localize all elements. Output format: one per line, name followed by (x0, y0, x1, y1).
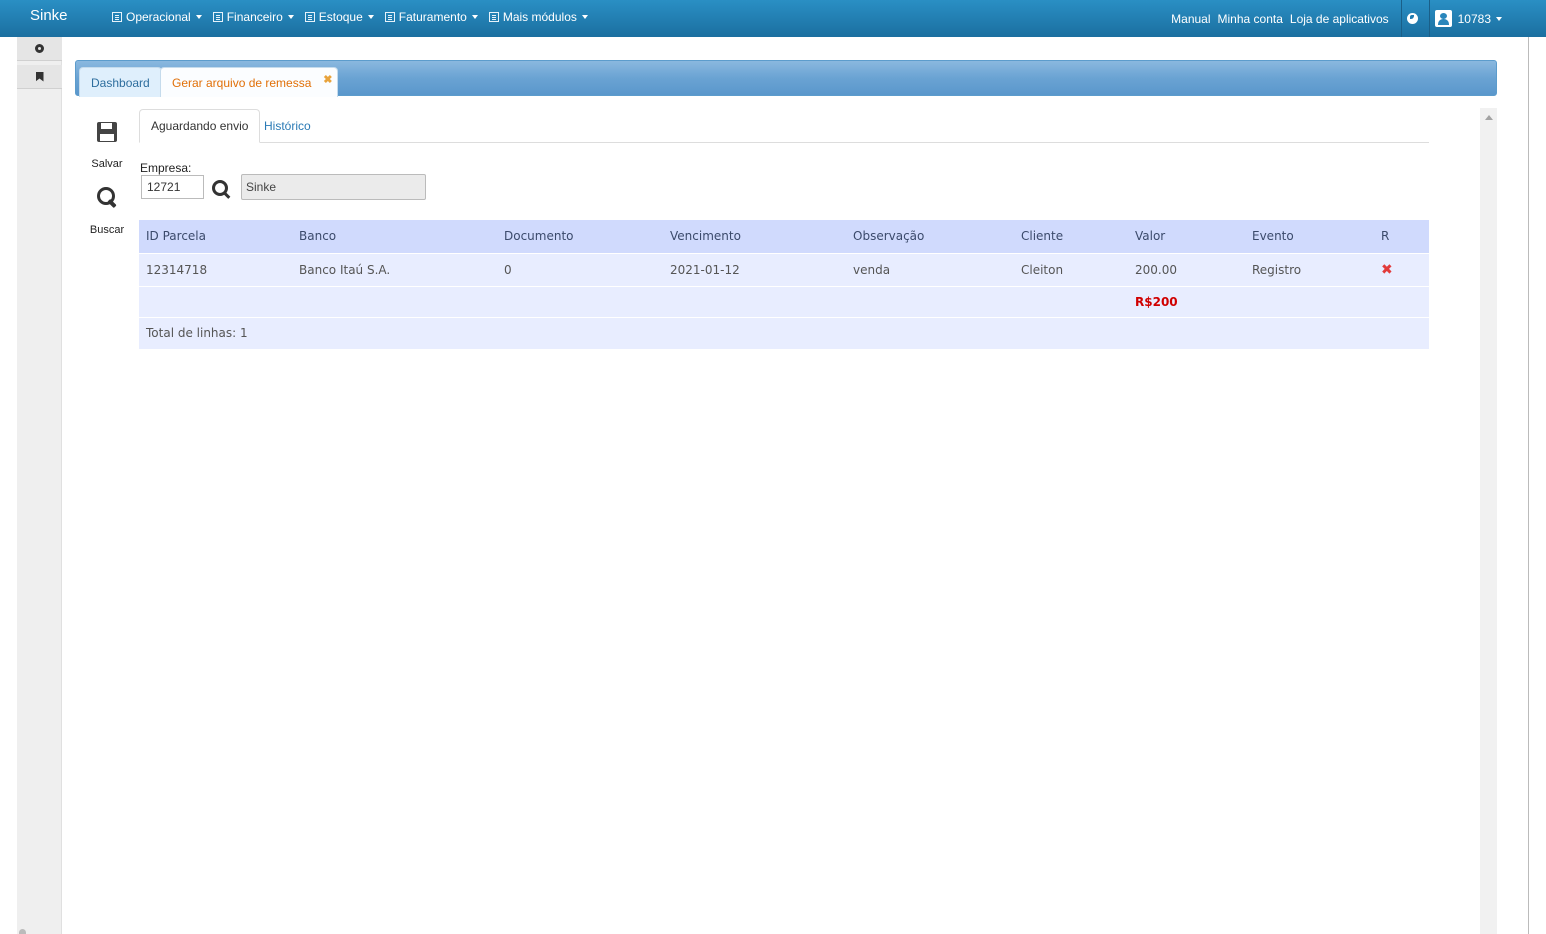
menu-mais-modulos[interactable]: Mais módulos (488, 10, 588, 24)
empresa-name-field (241, 174, 426, 200)
search-icon (96, 186, 118, 208)
user-menu[interactable]: 10783 (1458, 12, 1502, 26)
inner-tabs: Aguardando envio Histórico (139, 109, 1429, 143)
menu-operacional[interactable]: Operacional (112, 10, 202, 24)
caret-down-icon (287, 15, 294, 19)
table-header-row: ID Parcela Banco Documento Vencimento Ob… (139, 220, 1429, 254)
empresa-search-icon[interactable] (212, 180, 232, 200)
cell-remove: ✖ (1374, 253, 1429, 287)
tab-label: Gerar arquivo de remessa (172, 75, 312, 90)
gear-icon (35, 44, 44, 53)
column-header[interactable]: Cliente (1014, 220, 1128, 254)
cell-banco: Banco Itaú S.A. (292, 253, 497, 287)
cell-valor: 200.00 (1128, 253, 1245, 287)
empresa-label: Empresa: (140, 161, 192, 175)
cell-observacao: venda (846, 253, 1014, 287)
top-navbar: Sinke Operacional Financeiro Estoque Fat… (0, 0, 1546, 37)
close-icon[interactable]: ✖ (323, 73, 332, 86)
total-value: R$200 (1135, 294, 1178, 309)
search-button[interactable]: Buscar (87, 186, 127, 236)
cell-evento: Registro (1245, 253, 1374, 287)
tab-label: Dashboard (91, 75, 150, 90)
caret-down-icon (581, 15, 588, 19)
user-icon[interactable] (1434, 10, 1452, 27)
manual-link[interactable]: Manual (1171, 12, 1210, 26)
empty-cell (1245, 286, 1374, 318)
list-icon (384, 12, 395, 22)
column-header[interactable]: ID Parcela (139, 220, 292, 254)
cell-documento: 0 (497, 253, 663, 287)
caret-down-icon (195, 15, 202, 19)
menu-label: Mais módulos (502, 10, 577, 24)
cell-cliente: Cleiton (1014, 253, 1128, 287)
caret-down-icon (471, 15, 478, 19)
tab-historico[interactable]: Histórico (253, 109, 322, 143)
main-menu: Operacional Financeiro Estoque Faturamen… (112, 10, 599, 24)
column-header[interactable]: Vencimento (663, 220, 846, 254)
column-header[interactable]: Banco (292, 220, 497, 254)
empresa-code-input[interactable] (141, 175, 204, 199)
user-id-label: 10783 (1457, 11, 1491, 26)
empty-cell (292, 286, 497, 318)
app-store-link[interactable]: Loja de aplicativos (1290, 12, 1389, 26)
cell-vencimento: 2021-01-12 (663, 253, 846, 287)
left-rail (17, 37, 62, 934)
total-value-cell: R$200 (1128, 286, 1245, 318)
vertical-scrollbar[interactable] (1480, 108, 1497, 934)
column-header[interactable]: Evento (1245, 220, 1374, 254)
caret-down-icon (1496, 16, 1502, 21)
column-header[interactable]: Valor (1128, 220, 1245, 254)
menu-label: Faturamento (398, 10, 467, 24)
divider (1428, 0, 1430, 37)
bookmark-button[interactable] (17, 65, 62, 89)
floppy-disk-icon (97, 122, 117, 142)
list-icon (304, 12, 315, 22)
rail-handle[interactable] (19, 929, 26, 934)
navbar-right: Manual Minha conta Loja de aplicativos 1… (1171, 0, 1546, 37)
account-link[interactable]: Minha conta (1218, 12, 1283, 26)
cell-id-parcela: 12314718 (139, 253, 292, 287)
menu-financeiro[interactable]: Financeiro (212, 10, 294, 24)
table-row[interactable]: 12314718 Banco Itaú S.A. 0 2021-01-12 ve… (139, 253, 1429, 287)
remessa-table: ID Parcela Banco Documento Vencimento Ob… (139, 220, 1429, 350)
row-count-row: Total de linhas: 1 (139, 317, 1429, 350)
empty-cell (1014, 286, 1128, 318)
menu-faturamento[interactable]: Faturamento (384, 10, 478, 24)
save-button[interactable]: Salvar (87, 122, 127, 170)
scroll-up-icon[interactable] (1485, 115, 1493, 120)
tab-aguardando-envio[interactable]: Aguardando envio (139, 109, 261, 143)
total-row: R$200 (139, 286, 1429, 318)
column-header[interactable]: R (1374, 220, 1429, 254)
list-icon (212, 12, 223, 22)
empty-cell (497, 286, 663, 318)
empty-cell (846, 286, 1014, 318)
column-header[interactable]: Documento (497, 220, 663, 254)
tab-gerar-remessa[interactable]: Gerar arquivo de remessa ✖ (160, 67, 339, 97)
globe-icon[interactable] (1406, 13, 1418, 24)
brand-logo[interactable]: Sinke (30, 7, 68, 24)
empty-cell (1374, 286, 1429, 318)
search-label: Buscar (89, 224, 125, 236)
menu-label: Estoque (318, 10, 363, 24)
row-count: Total de linhas: 1 (139, 317, 1429, 350)
empty-cell (139, 286, 292, 318)
caret-down-icon (367, 15, 374, 19)
empty-cell (663, 286, 846, 318)
menu-estoque[interactable]: Estoque (304, 10, 374, 24)
bookmark-icon (35, 71, 44, 82)
page-tabs: Dashboard Gerar arquivo de remessa ✖ (75, 60, 1497, 97)
menu-label: Operacional (126, 10, 191, 24)
save-label: Salvar (91, 158, 123, 170)
settings-button[interactable] (17, 37, 62, 61)
list-icon (488, 12, 499, 22)
divider (1400, 0, 1402, 37)
menu-label: Financeiro (226, 10, 283, 24)
tab-dashboard[interactable]: Dashboard (79, 67, 162, 97)
list-icon (112, 12, 122, 22)
remove-icon[interactable]: ✖ (1381, 262, 1393, 278)
right-divider (1528, 37, 1529, 934)
column-header[interactable]: Observação (846, 220, 1014, 254)
